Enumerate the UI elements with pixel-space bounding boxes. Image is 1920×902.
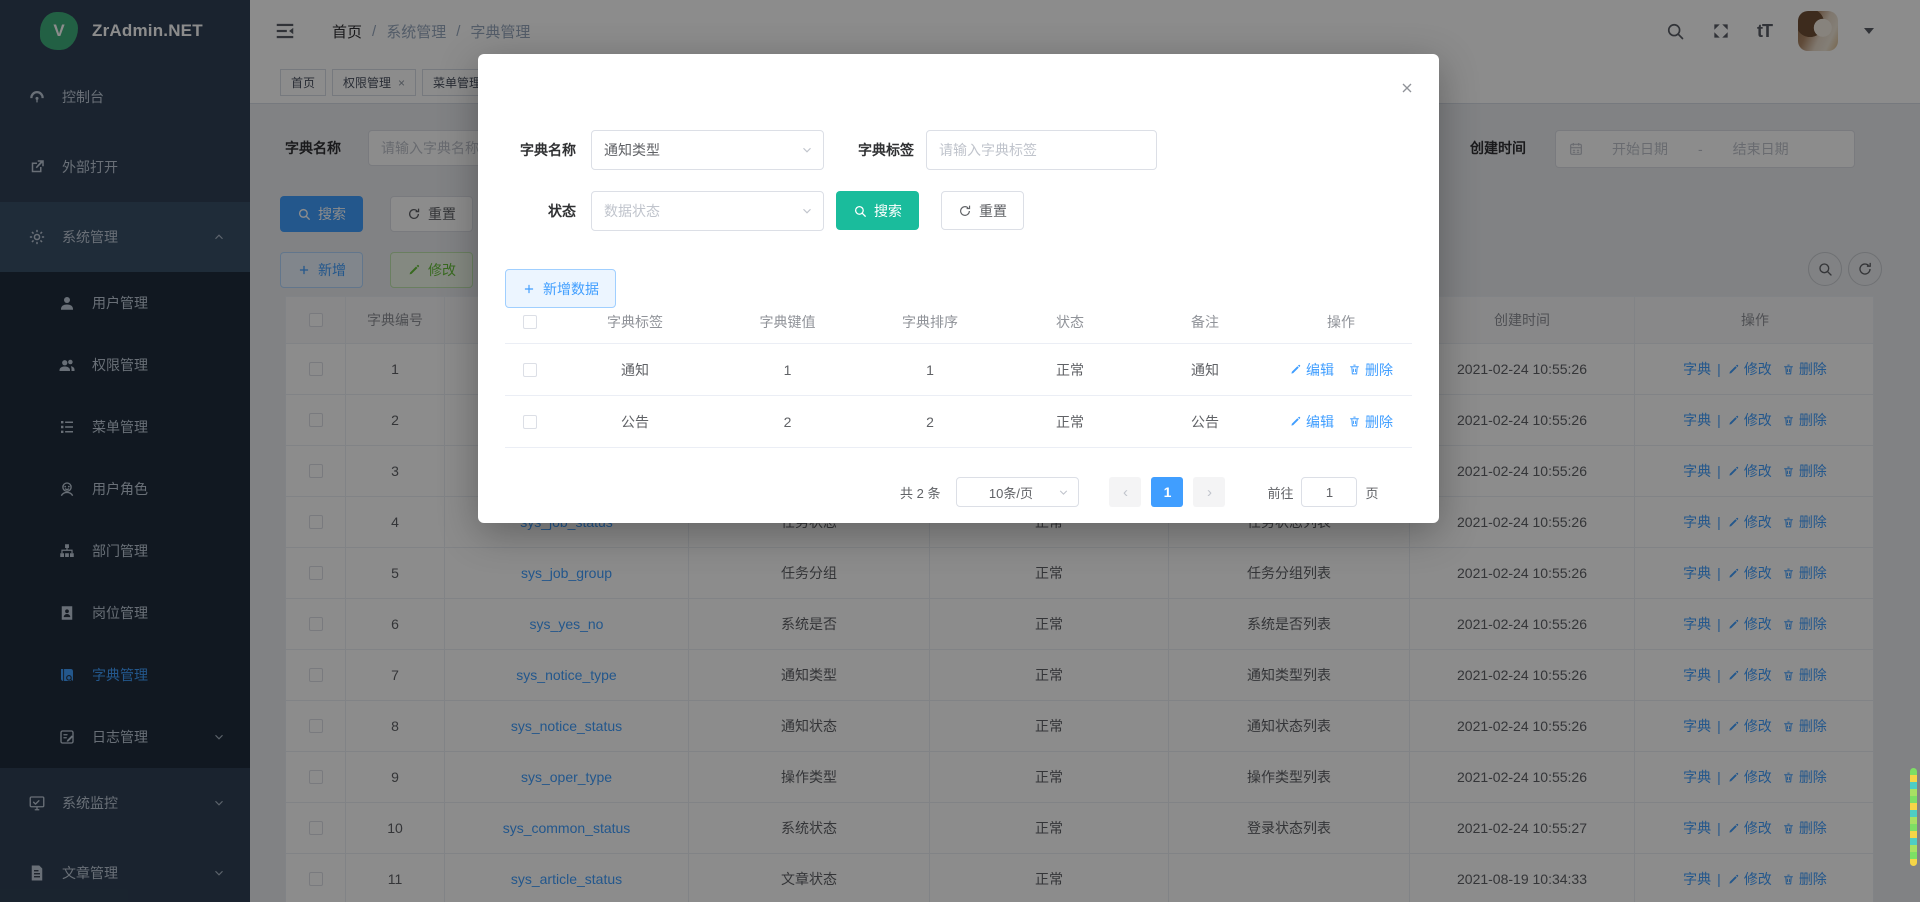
pencil-icon xyxy=(1289,363,1302,376)
dialog-column-header: 备注 xyxy=(1140,312,1270,332)
current-page-button[interactable]: 1 xyxy=(1151,477,1183,507)
dialog-table-row: 公告 2 2 正常 公告 编辑 删除 xyxy=(505,396,1412,448)
page-size-value: 10条/页 xyxy=(989,483,1033,502)
dict-data-value: 1 xyxy=(784,362,792,378)
dict-data-sort: 2 xyxy=(926,414,934,430)
dialog-table-cell: 通知 xyxy=(1140,360,1270,380)
dialog-column-header: 字典排序 xyxy=(860,312,1000,332)
page-size-select[interactable]: 10条/页 xyxy=(956,477,1079,507)
goto-label: 前往 xyxy=(1267,483,1293,502)
dialog-column-header-label: 字典排序 xyxy=(902,312,958,332)
pagination-total: 共 2 条 xyxy=(900,483,940,502)
next-page-button[interactable]: › xyxy=(1193,477,1225,507)
goto-page-input[interactable] xyxy=(1301,477,1357,507)
dict-data-table: 字典标签字典键值字典排序状态备注操作 通知11正常通知编辑删除公告22正常公告编… xyxy=(505,300,1412,448)
refresh-icon xyxy=(958,204,972,218)
dialog-dict-tag-label: 字典标签 xyxy=(836,130,914,170)
chevron-down-icon xyxy=(800,204,814,218)
dialog-select-all-checkbox[interactable] xyxy=(523,315,537,329)
search-icon xyxy=(853,204,867,218)
dialog-edit-label: 编辑 xyxy=(1306,412,1334,432)
dict-data-status: 正常 xyxy=(1056,412,1084,432)
dialog-status-placeholder: 数据状态 xyxy=(604,201,660,221)
dialog-edit-label: 编辑 xyxy=(1306,360,1334,380)
dialog-table-cell: 公告 xyxy=(1140,412,1270,432)
scrollbar-thumb[interactable] xyxy=(1910,768,1917,866)
dialog-table-cell xyxy=(505,363,555,377)
dialog-column-header: 字典键值 xyxy=(715,312,860,332)
dialog-status-select[interactable]: 数据状态 xyxy=(591,191,824,231)
dialog-delete-link[interactable]: 删除 xyxy=(1348,412,1393,432)
dialog-column-header: 状态 xyxy=(1000,312,1140,332)
app-root: V ZrAdmin.NET 控制台外部打开系统管理用户管理权限管理菜单管理用户角… xyxy=(0,0,1920,902)
dialog-row-actions: 编辑 删除 xyxy=(1270,360,1412,380)
dialog-add-data-label: 新增数据 xyxy=(543,279,599,299)
dialog-column-header-label: 字典键值 xyxy=(760,312,816,332)
plus-icon xyxy=(522,282,536,296)
dialog-delete-link[interactable]: 删除 xyxy=(1348,360,1393,380)
dict-data-remark: 通知 xyxy=(1191,360,1219,380)
trash-icon xyxy=(1348,415,1361,428)
pagination: 共 2 条 10条/页 ‹ 1 › 前往 页 xyxy=(900,477,1379,507)
dialog-row-actions: 编辑 删除 xyxy=(1270,412,1412,432)
dialog-dict-name-select[interactable]: 通知类型 xyxy=(591,130,824,170)
dialog-table-cell: 1 xyxy=(715,362,860,378)
dict-data-remark: 公告 xyxy=(1191,412,1219,432)
dialog-column-header: 字典标签 xyxy=(555,312,715,332)
dict-data-sort: 1 xyxy=(926,362,934,378)
dialog-column-header-label: 字典标签 xyxy=(607,312,663,332)
dialog-status-label: 状态 xyxy=(506,191,576,231)
dialog-search-label: 搜索 xyxy=(874,201,902,221)
dialog-row-checkbox[interactable] xyxy=(523,363,537,377)
dialog-table-cell xyxy=(505,315,555,329)
trash-icon xyxy=(1348,363,1361,376)
dialog-delete-label: 删除 xyxy=(1365,412,1393,432)
dialog-dict-name-label: 字典名称 xyxy=(506,130,576,170)
dialog-table-cell: 2 xyxy=(715,414,860,430)
dialog-reset-button[interactable]: 重置 xyxy=(941,191,1024,230)
dialog-row-checkbox[interactable] xyxy=(523,415,537,429)
dialog-table-body: 通知11正常通知编辑删除公告22正常公告编辑删除 xyxy=(505,344,1412,448)
dialog-delete-label: 删除 xyxy=(1365,360,1393,380)
dialog-dict-name-value: 通知类型 xyxy=(604,140,660,160)
dialog-table-cell xyxy=(505,415,555,429)
dialog-edit-link[interactable]: 编辑 xyxy=(1289,360,1334,380)
dialog-table-cell: 1 xyxy=(860,362,1000,378)
dict-data-label: 公告 xyxy=(621,412,649,432)
dialog-table-cell: 2 xyxy=(860,414,1000,430)
dialog-table-cell: 公告 xyxy=(555,412,715,432)
dict-data-label: 通知 xyxy=(621,360,649,380)
dialog-table-header-row: 字典标签 字典键值 字典排序 状态 备注 操作 xyxy=(505,300,1412,344)
close-icon[interactable] xyxy=(1399,80,1415,96)
pencil-icon xyxy=(1289,415,1302,428)
dialog-edit-link[interactable]: 编辑 xyxy=(1289,412,1334,432)
chevron-down-icon xyxy=(800,143,814,157)
dialog-column-header-label: 备注 xyxy=(1191,312,1219,332)
dialog-table-cell: 正常 xyxy=(1000,412,1140,432)
prev-page-button[interactable]: ‹ xyxy=(1109,477,1141,507)
page-unit-label: 页 xyxy=(1365,483,1378,502)
dict-data-dialog: 字典名称 通知类型 字典标签 状态 数据状态 搜索 重置 新增数据 字典标签字典… xyxy=(478,54,1439,523)
dialog-column-header-label: 操作 xyxy=(1327,312,1355,332)
dict-data-value: 2 xyxy=(784,414,792,430)
dialog-search-button[interactable]: 搜索 xyxy=(836,191,919,230)
dict-data-status: 正常 xyxy=(1056,360,1084,380)
dialog-table-cell: 正常 xyxy=(1000,360,1140,380)
dialog-table-row: 通知 1 1 正常 通知 编辑 删除 xyxy=(505,344,1412,396)
chevron-down-icon xyxy=(1057,486,1070,499)
dialog-column-header: 操作 xyxy=(1270,312,1412,332)
dialog-reset-label: 重置 xyxy=(979,201,1007,221)
dialog-dict-tag-input[interactable] xyxy=(926,130,1157,170)
dialog-table-cell: 通知 xyxy=(555,360,715,380)
dialog-column-header-label: 状态 xyxy=(1056,312,1084,332)
